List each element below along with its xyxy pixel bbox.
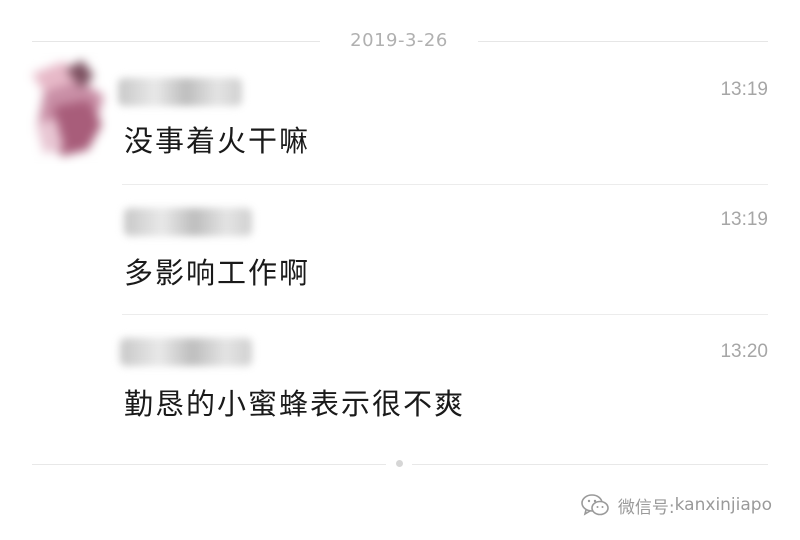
message-text: 勤恳的小蜜蜂表示很不爽 bbox=[124, 387, 466, 421]
wechat-icon bbox=[581, 494, 609, 516]
watermark-account: kanxinjiapo bbox=[674, 495, 772, 515]
message-divider bbox=[122, 184, 768, 185]
blurred-sender-name bbox=[118, 78, 242, 106]
date-divider-left bbox=[32, 41, 320, 42]
scroll-dot-indicator bbox=[396, 460, 403, 467]
message-time: 13:20 bbox=[720, 341, 768, 362]
message-text: 没事着火干嘛 bbox=[124, 124, 311, 158]
watermark-prefix: 微信号: bbox=[617, 497, 675, 518]
bottom-divider-right bbox=[412, 464, 768, 465]
message-time: 13:19 bbox=[720, 209, 768, 230]
blurred-sender-name bbox=[124, 208, 252, 236]
message-divider bbox=[122, 314, 768, 315]
date-label: 2019-3-26 bbox=[350, 30, 448, 51]
bottom-divider-left bbox=[32, 464, 386, 465]
wechat-watermark: 微信号: kanxinjiapo bbox=[580, 490, 772, 520]
blurred-sender-name bbox=[120, 338, 252, 366]
date-separator: 2019-3-26 bbox=[0, 22, 800, 60]
avatar[interactable] bbox=[22, 52, 110, 164]
date-divider-right bbox=[478, 41, 768, 42]
message-time: 13:19 bbox=[720, 79, 768, 100]
message-text: 多影响工作啊 bbox=[124, 256, 311, 290]
